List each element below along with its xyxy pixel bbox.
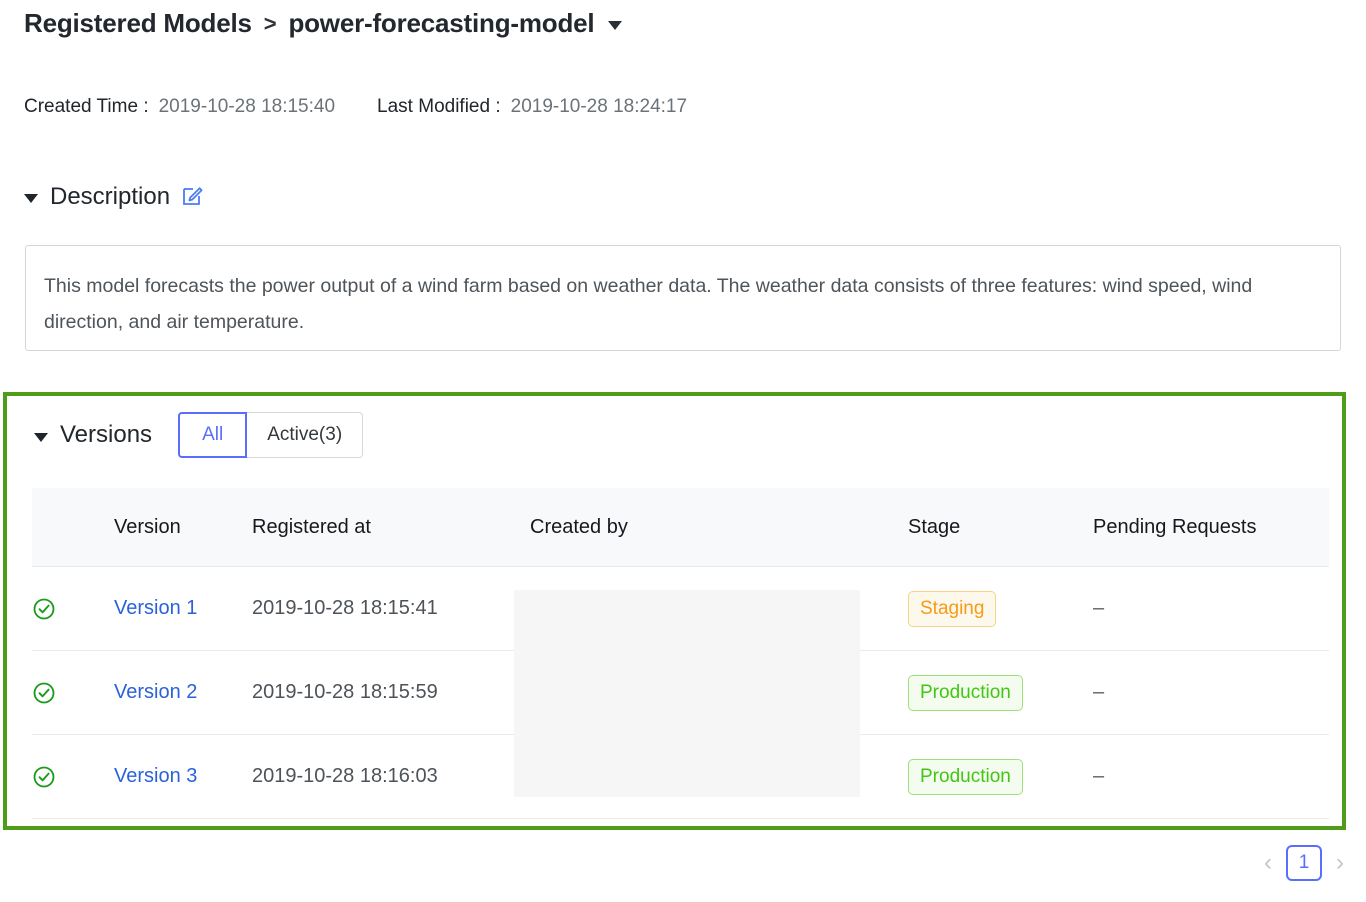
column-header-pending-requests: Pending Requests xyxy=(1093,516,1329,539)
column-header-registered-at: Registered at xyxy=(252,516,530,539)
version-link[interactable]: Version 2 xyxy=(114,681,197,703)
description-textbox: This model forecasts the power output of… xyxy=(25,245,1341,351)
pending-requests-value: – xyxy=(1093,765,1329,788)
check-circle-icon xyxy=(32,597,114,621)
table-row[interactable]: Version 3 2019-10-28 18:16:03 Production… xyxy=(32,735,1329,819)
registered-at-value: 2019-10-28 18:16:03 xyxy=(252,765,530,788)
versions-section: Versions All Active(3) Version Registere… xyxy=(3,392,1346,830)
table-row[interactable]: Version 2 2019-10-28 18:15:59 Production… xyxy=(32,651,1329,735)
check-circle-icon xyxy=(32,765,114,789)
tab-all[interactable]: All xyxy=(178,412,247,458)
triangle-down-icon[interactable] xyxy=(24,194,38,203)
status-badge[interactable]: Production xyxy=(908,675,1023,711)
breadcrumb-separator-icon: > xyxy=(262,11,279,37)
column-header-created-by: Created by xyxy=(530,516,908,539)
versions-header: Versions All Active(3) xyxy=(34,412,363,458)
status-badge[interactable]: Staging xyxy=(908,591,996,627)
registered-at-value: 2019-10-28 18:15:41 xyxy=(252,597,530,620)
column-header-stage: Stage xyxy=(908,516,1093,539)
chevron-left-icon[interactable]: ‹ xyxy=(1264,851,1272,875)
last-modified-label: Last Modified : xyxy=(377,96,501,118)
chevron-down-icon[interactable] xyxy=(608,21,622,30)
description-title: Description xyxy=(50,183,170,211)
status-badge[interactable]: Production xyxy=(908,759,1023,795)
version-link[interactable]: Version 1 xyxy=(114,597,197,619)
pending-requests-value: – xyxy=(1093,681,1329,704)
version-link[interactable]: Version 3 xyxy=(114,765,197,787)
versions-title: Versions xyxy=(60,421,152,449)
table-row[interactable]: Version 1 2019-10-28 18:15:41 Staging – xyxy=(32,567,1329,651)
versions-filter-tabs: All Active(3) xyxy=(178,412,363,458)
triangle-down-icon[interactable] xyxy=(34,433,48,442)
column-header-version: Version xyxy=(114,516,252,539)
check-circle-icon xyxy=(32,681,114,705)
pagination: ‹ 1 › xyxy=(1264,845,1344,881)
versions-table: Version Registered at Created by Stage P… xyxy=(32,488,1329,819)
table-header-row: Version Registered at Created by Stage P… xyxy=(32,488,1329,567)
pending-requests-value: – xyxy=(1093,597,1329,620)
chevron-right-icon[interactable]: › xyxy=(1336,851,1344,875)
last-modified-value: 2019-10-28 18:24:17 xyxy=(511,96,687,118)
tab-active[interactable]: Active(3) xyxy=(247,412,363,458)
description-text: This model forecasts the power output of… xyxy=(44,268,1322,340)
breadcrumb: Registered Models > power-forecasting-mo… xyxy=(24,8,622,39)
breadcrumb-registered-models[interactable]: Registered Models xyxy=(24,8,252,39)
breadcrumb-model-name: power-forecasting-model xyxy=(288,8,594,39)
description-header[interactable]: Description xyxy=(24,182,204,211)
page-number-button[interactable]: 1 xyxy=(1286,845,1322,881)
created-time-label: Created Time : xyxy=(24,96,149,118)
registered-at-value: 2019-10-28 18:15:59 xyxy=(252,681,530,704)
created-time-value: 2019-10-28 18:15:40 xyxy=(159,96,335,118)
edit-pencil-icon[interactable] xyxy=(182,184,204,211)
model-metadata-row: Created Time : 2019-10-28 18:15:40 Last … xyxy=(24,96,687,118)
